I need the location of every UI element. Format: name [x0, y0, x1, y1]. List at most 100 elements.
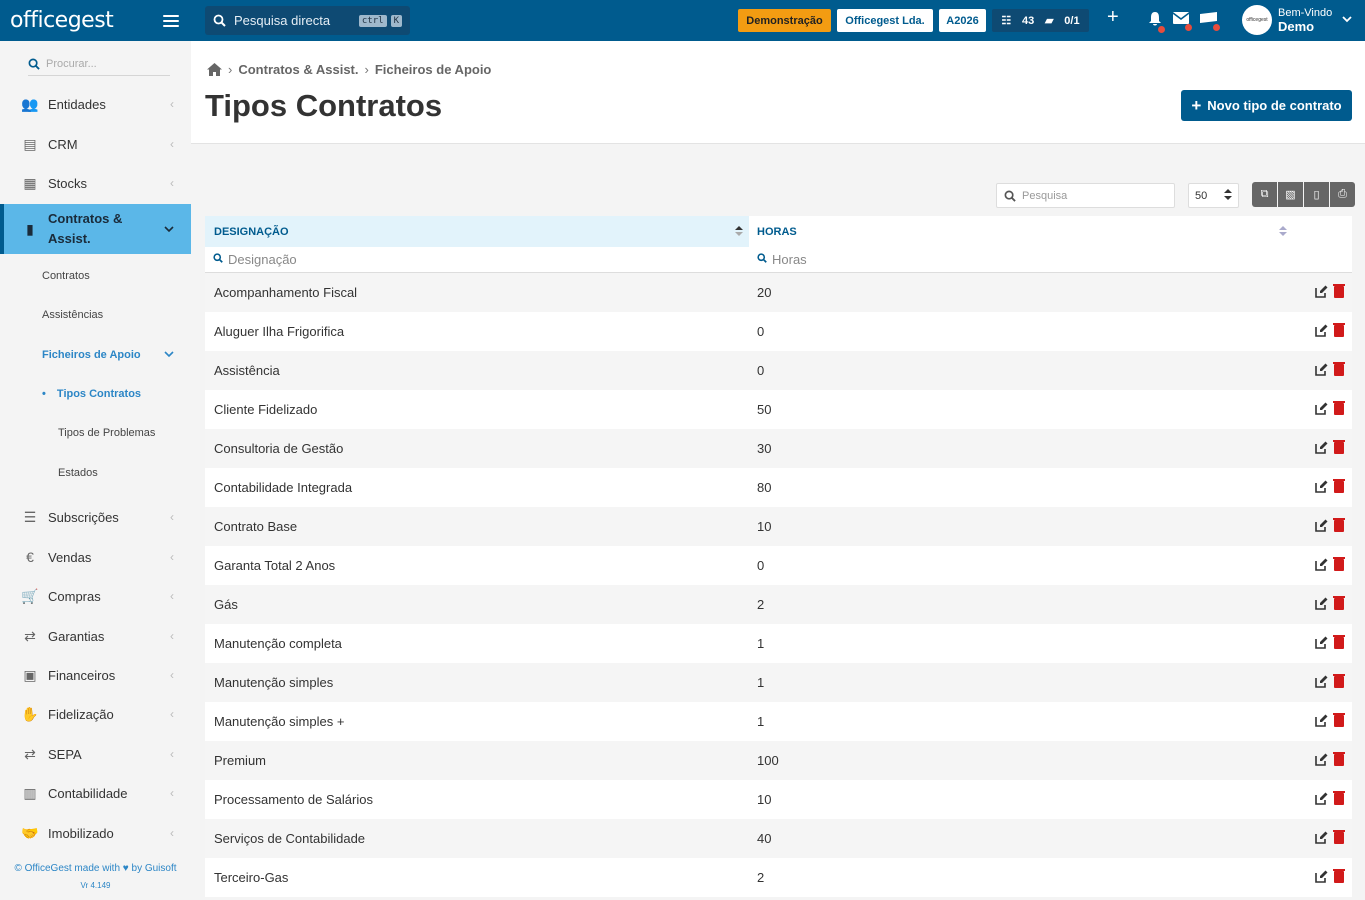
filter-designacao-input[interactable]: Designação [205, 247, 749, 272]
table-row[interactable]: Serviços de Contabilidade 40 [205, 819, 1352, 858]
trash-icon[interactable] [1333, 361, 1345, 376]
home-icon[interactable] [207, 63, 222, 76]
trash-icon[interactable] [1333, 400, 1345, 415]
page-title: Tipos Contratos [205, 88, 443, 123]
table-row[interactable]: Premium 100 [205, 741, 1352, 780]
table-row[interactable]: Contrato Base 10 [205, 507, 1352, 546]
sidebar-item-subscricoes[interactable]: ☰ Subscrições ‹ [0, 502, 191, 532]
edit-icon[interactable] [1315, 597, 1328, 613]
table-row[interactable]: Acompanhamento Fiscal 20 [205, 273, 1352, 312]
sidebar-item-entidades[interactable]: 👥 Entidades ‹ [0, 89, 191, 119]
edit-icon[interactable] [1315, 753, 1328, 769]
sidebar-item-compras[interactable]: 🛒 Compras ‹ [0, 581, 191, 611]
edit-icon[interactable] [1315, 831, 1328, 847]
sidebar-item-fidelizacao[interactable]: ✋ Fidelização ‹ [0, 699, 191, 729]
table-row[interactable]: Gás 2 [205, 585, 1352, 624]
sidebar-sub-tipos-contratos[interactable]: • Tipos Contratos [42, 388, 141, 400]
edit-icon[interactable] [1315, 792, 1328, 808]
table-row[interactable]: Assistência 0 [205, 351, 1352, 390]
contract-icon: ▮ [26, 220, 34, 237]
year-badge[interactable]: A2026 [939, 9, 986, 32]
excel-button[interactable]: ▧ [1278, 182, 1303, 207]
logo[interactable]: officegest [10, 8, 114, 33]
sidebar-sub-estados[interactable]: Estados [58, 467, 98, 479]
ticket-icon[interactable] [1200, 11, 1220, 31]
plus-icon[interactable]: + [1107, 7, 1119, 27]
trash-icon[interactable] [1333, 517, 1345, 532]
edit-icon[interactable] [1315, 324, 1328, 340]
sidebar-footer[interactable]: © OfficeGest made with ♥ by Guisoft [0, 863, 191, 874]
sidebar-sub-contratos[interactable]: Contratos [42, 270, 90, 282]
column-header-designacao[interactable]: DESIGNAÇÃO [205, 216, 749, 247]
edit-icon[interactable] [1315, 402, 1328, 418]
trash-icon[interactable] [1333, 673, 1345, 688]
edit-icon[interactable] [1315, 714, 1328, 730]
trash-icon[interactable] [1333, 751, 1345, 766]
edit-icon[interactable] [1315, 519, 1328, 535]
sidebar-item-crm[interactable]: ▤ CRM ‹ [0, 129, 191, 159]
table-search-input[interactable]: Pesquisa [996, 183, 1175, 208]
demo-badge[interactable]: Demonstração [738, 9, 831, 32]
trash-icon[interactable] [1333, 322, 1345, 337]
row-actions [1293, 790, 1352, 808]
sidebar-sub-assistencias[interactable]: Assistências [42, 309, 103, 321]
table-row[interactable]: Consultoria de Gestão 30 [205, 429, 1352, 468]
global-search[interactable]: Pesquisa directa ctrl K [205, 6, 410, 35]
edit-icon[interactable] [1315, 558, 1328, 574]
trash-icon[interactable] [1333, 790, 1345, 805]
breadcrumb-ficheiros[interactable]: Ficheiros de Apoio [375, 62, 492, 77]
trash-icon[interactable] [1333, 712, 1345, 727]
sidebar-item-contratos[interactable]: ▮ Contratos & Assist. [0, 204, 191, 254]
trash-icon[interactable] [1333, 634, 1345, 649]
trash-icon[interactable] [1333, 595, 1345, 610]
sidebar-sub-tipos-problemas[interactable]: Tipos de Problemas [58, 427, 155, 439]
table-row[interactable]: Contabilidade Integrada 80 [205, 468, 1352, 507]
column-header-label: DESIGNAÇÃO [214, 225, 289, 238]
table-row[interactable]: Manutenção completa 1 [205, 624, 1352, 663]
edit-icon[interactable] [1315, 636, 1328, 652]
counters-group[interactable]: ☷ 43 ▰ 0/1 [992, 9, 1089, 32]
breadcrumb-contratos[interactable]: Contratos & Assist. [238, 62, 358, 77]
trash-icon[interactable] [1333, 439, 1345, 454]
sidebar-item-financeiros[interactable]: ▣ Financeiros ‹ [0, 660, 191, 690]
sidebar-item-contabilidade[interactable]: ▥ Contabilidade ‹ [0, 778, 191, 808]
trash-icon[interactable] [1333, 478, 1345, 493]
sidebar-item-garantias[interactable]: ⇄ Garantias ‹ [0, 621, 191, 651]
sidebar-search[interactable]: Procurar... [28, 53, 170, 76]
table-row[interactable]: Terceiro-Gas 2 [205, 858, 1352, 897]
cell-horas: 0 [757, 363, 765, 378]
table-row[interactable]: Processamento de Salários 10 [205, 780, 1352, 819]
copy-button[interactable]: ⧉ [1252, 182, 1277, 207]
table-row[interactable]: Manutenção simples 1 [205, 663, 1352, 702]
trash-icon[interactable] [1333, 829, 1345, 844]
sidebar-item-vendas[interactable]: € Vendas ‹ [0, 542, 191, 572]
edit-icon[interactable] [1315, 675, 1328, 691]
menu-toggle-icon[interactable] [163, 14, 179, 27]
pdf-button[interactable]: ▯ [1304, 182, 1329, 207]
bell-icon[interactable] [1148, 11, 1165, 33]
sidebar-item-stocks[interactable]: ▦ Stocks ‹ [0, 168, 191, 198]
mail-icon[interactable] [1172, 11, 1192, 31]
page-size-select[interactable]: 50 [1188, 183, 1239, 208]
edit-icon[interactable] [1315, 480, 1328, 496]
print-button[interactable]: ⎙ [1330, 182, 1355, 207]
trash-icon[interactable] [1333, 283, 1345, 298]
new-contract-type-button[interactable]: + Novo tipo de contrato [1181, 90, 1352, 121]
table-row[interactable]: Aluguer Ilha Frigorifica 0 [205, 312, 1352, 351]
sidebar-sub-ficheiros[interactable]: Ficheiros de Apoio [42, 349, 174, 361]
filter-horas-input[interactable]: Horas [749, 247, 1293, 272]
sidebar-item-sepa[interactable]: ⇄ SEPA ‹ [0, 739, 191, 769]
table-row[interactable]: Manutenção simples + 1 [205, 702, 1352, 741]
column-header-horas[interactable]: HORAS [749, 216, 1293, 247]
edit-icon[interactable] [1315, 441, 1328, 457]
trash-icon[interactable] [1333, 556, 1345, 571]
edit-icon[interactable] [1315, 285, 1328, 301]
sidebar-item-imobilizado[interactable]: 🤝 Imobilizado ‹ [0, 818, 191, 848]
edit-icon[interactable] [1315, 870, 1328, 886]
user-menu[interactable]: officegest Bem-Vindo Demo [1242, 5, 1352, 35]
edit-icon[interactable] [1315, 363, 1328, 379]
table-row[interactable]: Cliente Fidelizado 50 [205, 390, 1352, 429]
trash-icon[interactable] [1333, 868, 1345, 883]
table-row[interactable]: Garanta Total 2 Anos 0 [205, 546, 1352, 585]
company-badge[interactable]: Officegest Lda. [837, 9, 933, 32]
